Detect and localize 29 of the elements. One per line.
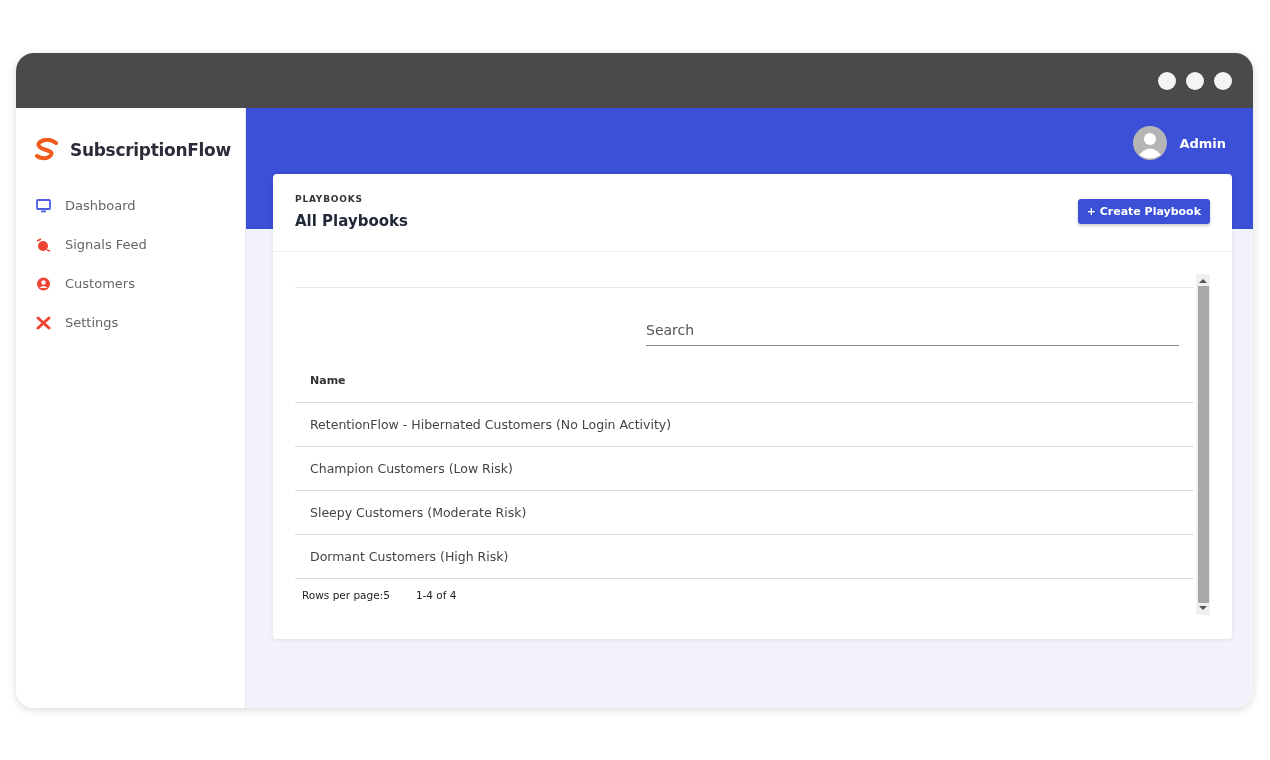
rows-per-page-label: Rows per page: <box>302 589 384 601</box>
logo-icon <box>34 138 60 162</box>
page-title: All Playbooks <box>295 212 408 230</box>
rows-per-page-value[interactable]: 5 <box>383 589 390 601</box>
table-row[interactable]: Champion Customers (Low Risk) <box>295 447 1194 491</box>
user-icon <box>36 276 51 291</box>
scrollbar[interactable] <box>1196 274 1210 615</box>
table-row[interactable]: Sleepy Customers (Moderate Risk) <box>295 491 1194 535</box>
page-range: 1-4 of 4 <box>415 589 457 601</box>
scroll-down-icon[interactable] <box>1199 605 1207 611</box>
sidebar-item[interactable]: Dashboard <box>34 198 245 213</box>
brand-name: SubscriptionFlow <box>70 140 231 160</box>
section-label: PLAYBOOKS <box>295 194 364 204</box>
sidebar-item[interactable]: Customers <box>34 276 245 291</box>
window-dot <box>1158 71 1176 90</box>
window-dot <box>1186 71 1204 90</box>
avatar-icon[interactable] <box>1133 126 1168 160</box>
sidebar-item[interactable]: Settings <box>34 315 245 330</box>
scrollbar-thumb[interactable] <box>1197 286 1209 603</box>
window-dot <box>1214 71 1232 90</box>
signal-icon <box>36 237 51 252</box>
table-row[interactable]: Dormant Customers (High Risk) <box>295 535 1194 579</box>
create-playbook-button[interactable]: + Create Playbook <box>1077 199 1210 224</box>
sidebar-item[interactable]: Signals Feed <box>34 237 245 252</box>
scroll-up-icon[interactable] <box>1199 278 1207 284</box>
monitor-icon <box>36 198 51 213</box>
table-row[interactable]: RetentionFlow - Hibernated Customers (No Login Activity) <box>295 403 1194 447</box>
user-name[interactable]: Admin <box>1179 135 1226 151</box>
column-header: Name <box>295 346 1194 403</box>
